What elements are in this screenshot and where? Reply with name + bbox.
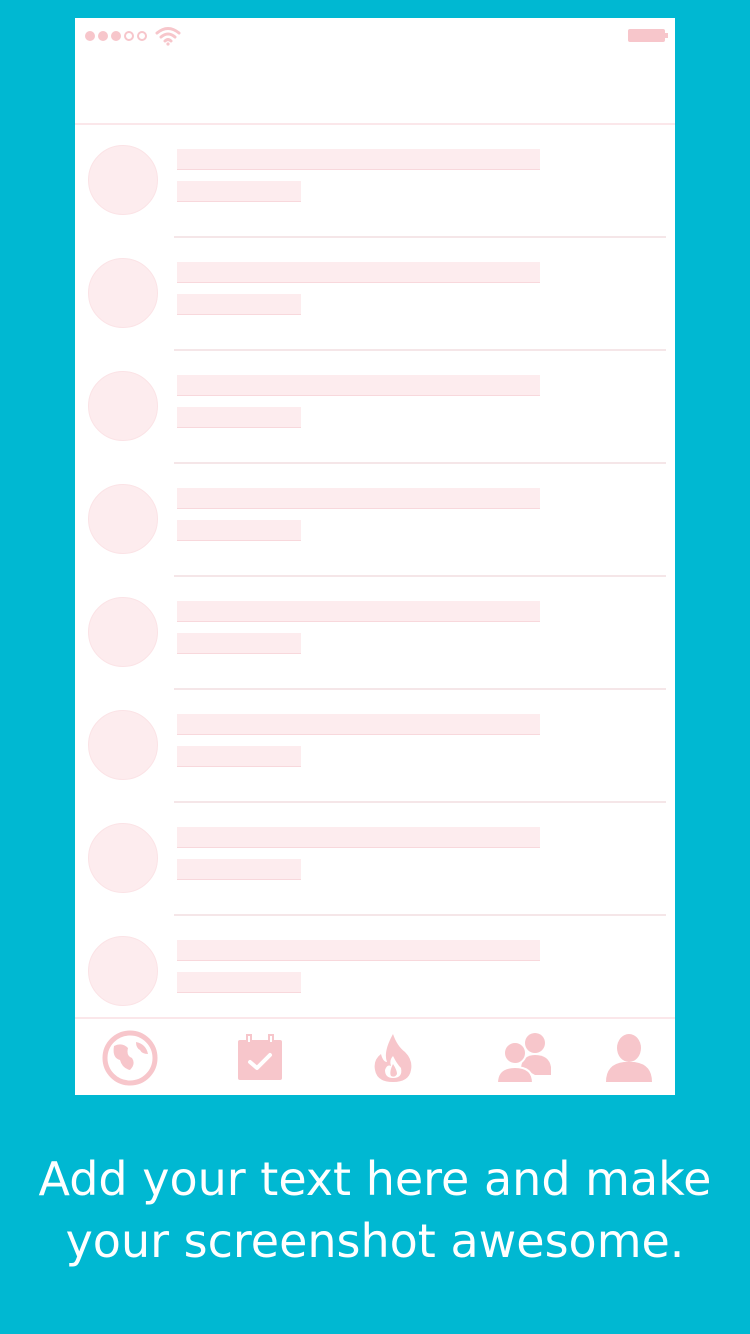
placeholder-list <box>75 125 675 1029</box>
title-placeholder <box>177 149 540 170</box>
avatar <box>88 258 158 328</box>
list-item[interactable] <box>75 577 675 690</box>
list-item[interactable] <box>75 351 675 464</box>
battery-icon <box>628 29 668 42</box>
avatar <box>88 484 158 554</box>
tab-events[interactable] <box>230 1029 290 1087</box>
status-bar <box>75 18 675 54</box>
list-item[interactable] <box>75 690 675 803</box>
avatar <box>88 597 158 667</box>
avatar <box>88 371 158 441</box>
list-item[interactable] <box>75 916 675 1029</box>
wifi-icon <box>155 27 181 46</box>
fire-icon <box>374 1034 412 1082</box>
promo-caption: Add your text here and make your screens… <box>0 1148 750 1272</box>
list-item[interactable] <box>75 803 675 916</box>
title-placeholder <box>177 601 540 622</box>
subtitle-placeholder <box>177 520 301 541</box>
title-placeholder <box>177 488 540 509</box>
subtitle-placeholder <box>177 407 301 428</box>
subtitle-placeholder <box>177 859 301 880</box>
title-placeholder <box>177 262 540 283</box>
tab-explore[interactable] <box>100 1029 160 1087</box>
tab-bar <box>75 1017 675 1095</box>
phone-screen <box>75 18 675 1095</box>
user-icon <box>606 1034 652 1082</box>
title-placeholder <box>177 714 540 735</box>
tab-profile[interactable] <box>599 1029 659 1087</box>
title-placeholder <box>177 940 540 961</box>
list-item[interactable] <box>75 464 675 577</box>
caption-line-1: Add your text here and make <box>38 1152 712 1206</box>
subtitle-placeholder <box>177 181 301 202</box>
title-placeholder <box>177 375 540 396</box>
subtitle-placeholder <box>177 746 301 767</box>
avatar <box>88 823 158 893</box>
globe-icon <box>102 1030 158 1086</box>
avatar <box>88 145 158 215</box>
title-placeholder <box>177 827 540 848</box>
avatar <box>88 710 158 780</box>
tab-friends[interactable] <box>494 1029 554 1087</box>
subtitle-placeholder <box>177 294 301 315</box>
list-item[interactable] <box>75 125 675 238</box>
caption-line-2: your screenshot awesome. <box>65 1214 685 1268</box>
tab-hot[interactable] <box>363 1029 423 1087</box>
calendar-check-icon <box>238 1034 282 1080</box>
list-item[interactable] <box>75 238 675 351</box>
group-icon <box>495 1033 551 1084</box>
subtitle-placeholder <box>177 972 301 993</box>
subtitle-placeholder <box>177 633 301 654</box>
avatar <box>88 936 158 1006</box>
signal-dots-icon <box>85 31 147 41</box>
